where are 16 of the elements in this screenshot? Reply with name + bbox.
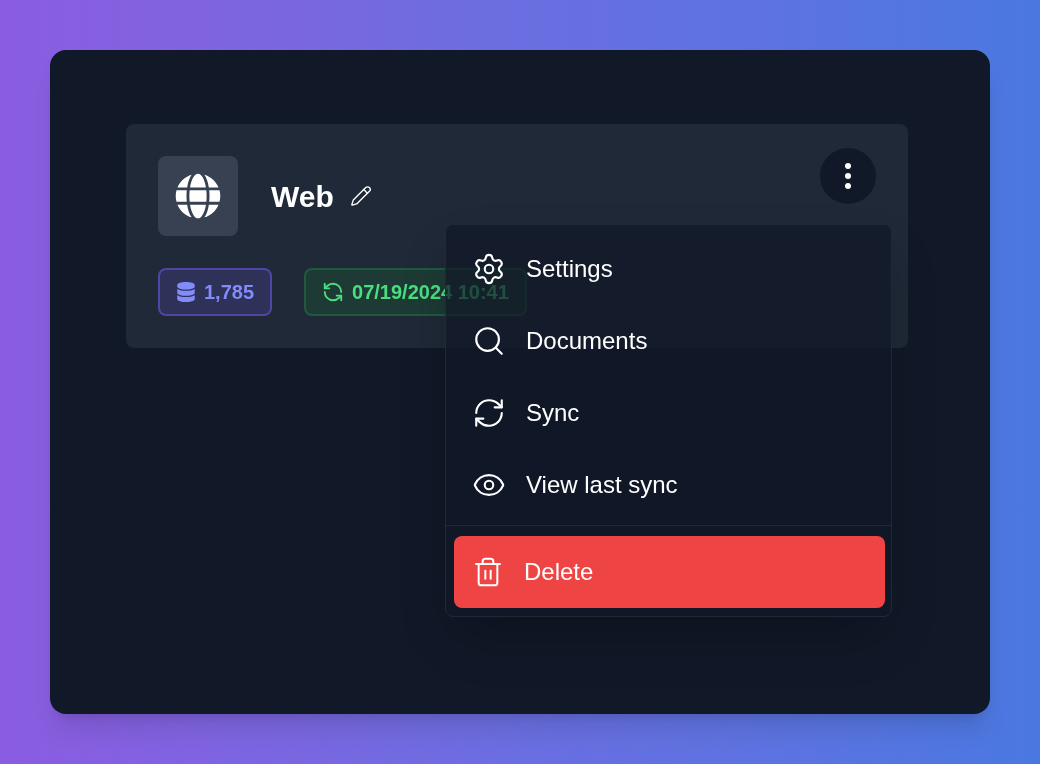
delete-menu-item[interactable]: Delete: [454, 536, 885, 608]
search-icon: [472, 324, 506, 358]
globe-icon: [175, 173, 221, 219]
sync-icon: [472, 396, 506, 430]
menu-item[interactable]: Sync: [446, 377, 891, 449]
more-icon: [845, 163, 851, 189]
card-title: Web: [271, 178, 334, 215]
trash-icon: [472, 556, 504, 588]
database-icon: [176, 282, 196, 302]
pencil-icon[interactable]: [349, 185, 372, 207]
document-count: 1,785: [204, 280, 255, 305]
menu-item[interactable]: Documents: [446, 305, 891, 377]
more-options-button[interactable]: [820, 148, 876, 204]
menu-item[interactable]: View last sync: [446, 449, 891, 521]
sync-icon: [322, 281, 345, 303]
gear-icon: [472, 252, 506, 286]
